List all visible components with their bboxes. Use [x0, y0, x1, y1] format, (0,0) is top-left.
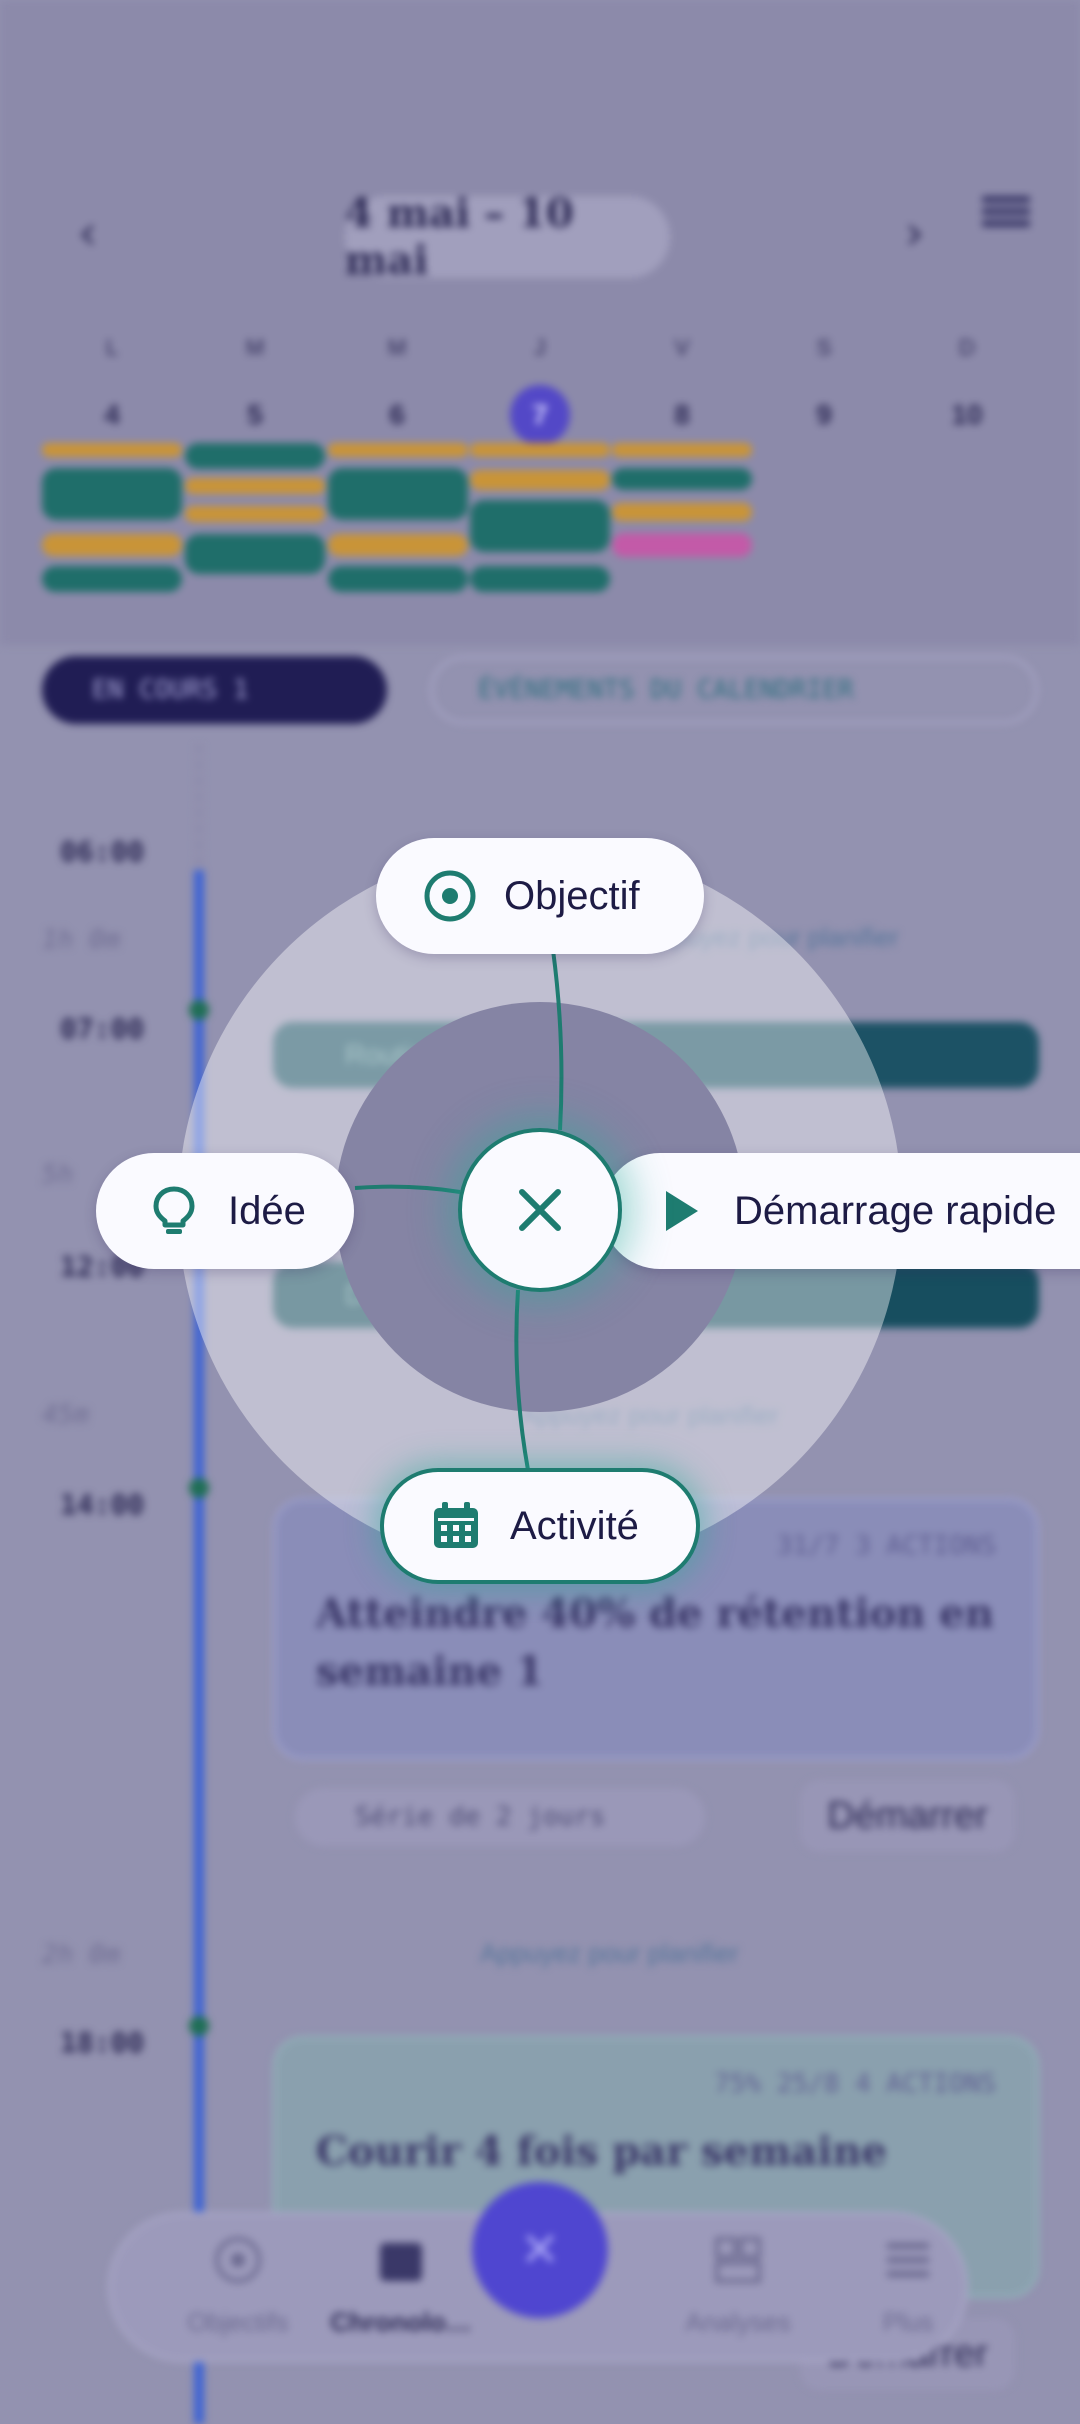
target-icon	[422, 868, 478, 924]
option-idea-label: Idée	[228, 1188, 306, 1233]
play-icon	[652, 1183, 708, 1239]
option-activity-label: Activité	[510, 1503, 639, 1548]
option-quick-start-label: Démarrage rapide	[734, 1188, 1057, 1233]
option-quick-start[interactable]: Démarrage rapide	[602, 1153, 1080, 1269]
close-radial-button[interactable]	[458, 1128, 622, 1292]
option-idea[interactable]: Idée	[96, 1153, 354, 1269]
option-activity[interactable]: Activité	[380, 1468, 700, 1584]
calendar-icon	[428, 1498, 484, 1554]
option-objective-label: Objectif	[504, 873, 640, 918]
lightbulb-icon	[146, 1183, 202, 1239]
close-icon	[519, 1189, 561, 1231]
option-objective[interactable]: Objectif	[376, 838, 704, 954]
